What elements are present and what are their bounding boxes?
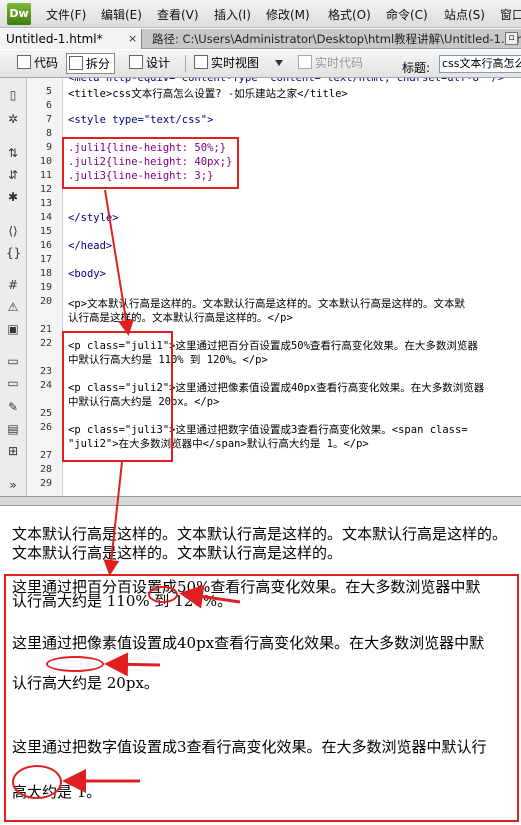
title-input[interactable]: css文本行高怎么设 xyxy=(439,55,521,73)
line-number-gutter: 5 6 7 8 9 10 11 12 13 14 15 16 17 18 19 20 21 22 23 24 25 26 2… xyxy=(27,78,63,496)
menubar: Dw 文件(F) 编辑(E) 查看(V) 插入(I) 修改(M) 格式(O) 命… xyxy=(0,0,521,28)
path-value: C:\Users\Administrator\Desktop\html教程讲解\… xyxy=(182,32,521,46)
file-path: 路径: C:\Users\Administrator\Desktop\html教… xyxy=(152,29,521,49)
design-output-highlight-box xyxy=(4,574,519,822)
line-number: 9 xyxy=(45,142,52,153)
code-line[interactable]: <style type="text/css"> xyxy=(68,114,213,126)
line-number: 23 xyxy=(39,366,52,377)
line-number: 6 xyxy=(45,100,52,111)
line-number: 24 xyxy=(39,380,52,391)
chevron-down-icon[interactable] xyxy=(275,60,283,66)
live-code-label: 实时代码 xyxy=(315,56,364,70)
coding-toolbar: ▯ ✲ ⇅ ⇵ ✱ ⟨⟩ {} # ⚠ ▣ ▭ ▭ ✎ ▤ ⊞ » xyxy=(0,78,27,496)
line-number: 10 xyxy=(39,156,52,167)
line-number: 15 xyxy=(39,226,52,237)
line-number: 13 xyxy=(39,198,52,209)
line-number: 20 xyxy=(39,296,52,307)
recent-snippets-icon[interactable]: ▤ xyxy=(6,422,20,436)
path-label: 路径: xyxy=(152,32,179,46)
css-rules-highlight-box xyxy=(62,137,239,189)
code-line[interactable]: <meta http-equiv="Content-Type" content=… xyxy=(68,78,504,84)
highlight-invalid-icon[interactable]: ⚠ xyxy=(6,300,20,314)
menu-commands[interactable]: 命令(C) xyxy=(386,6,428,23)
restore-window-icon[interactable]: ▫ xyxy=(505,32,518,45)
code-line[interactable]: <body> xyxy=(68,268,106,280)
line-number: 8 xyxy=(45,128,52,139)
code-line[interactable]: 认行高是这样的。文本默认行高是这样的。</p> xyxy=(68,310,293,325)
menu-window[interactable]: 窗口 xyxy=(500,6,521,23)
close-icon[interactable]: × xyxy=(128,29,137,49)
collapse-selection-icon[interactable]: ⇵ xyxy=(6,168,20,182)
title-label: 标题: xyxy=(402,61,431,75)
juli3-spacing-circle xyxy=(12,765,62,799)
line-number: 27 xyxy=(39,450,52,461)
dreamweaver-logo: Dw xyxy=(7,3,31,25)
line-number: 12 xyxy=(39,184,52,195)
show-code-navigator-icon[interactable]: ✲ xyxy=(6,112,20,126)
line-number: 18 xyxy=(39,268,52,279)
juli2-spacing-circle xyxy=(46,656,104,672)
document-tab[interactable]: Untitled-1.html* × xyxy=(0,29,142,49)
line-number: 19 xyxy=(39,282,52,293)
live-code-button[interactable]: 实时代码 xyxy=(296,53,367,74)
live-code-icon xyxy=(298,55,312,69)
menu-insert[interactable]: 插入(I) xyxy=(214,6,251,23)
default-line-height-paragraph: 文本默认行高是这样的。文本默认行高是这样的。文本默认行高是这样的。文本默认行高是… xyxy=(12,525,508,562)
split-view-label: 拆分 xyxy=(86,57,111,71)
remove-comment-icon[interactable]: ▭ xyxy=(6,376,20,390)
apply-comment-icon[interactable]: ▭ xyxy=(6,354,20,368)
document-tabbar: Untitled-1.html* × 路径: C:\Users\Administ… xyxy=(0,29,521,49)
line-number: 14 xyxy=(39,212,52,223)
syntax-error-icon[interactable]: ▣ xyxy=(6,322,20,336)
code-line[interactable]: <title>css文本行高怎么设置? -如乐建站之家</title> xyxy=(68,86,348,101)
code-line[interactable]: </style> xyxy=(68,212,119,224)
line-number: 7 xyxy=(45,114,52,125)
menu-site[interactable]: 站点(S) xyxy=(444,6,485,23)
line-number: 5 xyxy=(45,86,52,97)
line-numbers-icon[interactable]: # xyxy=(6,278,20,292)
menu-file[interactable]: 文件(F) xyxy=(46,6,86,23)
menu-edit[interactable]: 编辑(E) xyxy=(101,6,142,23)
menu-view[interactable]: 查看(V) xyxy=(157,6,199,23)
balance-braces-icon[interactable]: {} xyxy=(6,246,21,260)
move-css-icon[interactable]: ⊞ xyxy=(6,444,20,458)
line-number: 26 xyxy=(39,422,52,433)
live-view-button[interactable]: 实时视图 xyxy=(192,53,263,74)
select-parent-tag-icon[interactable]: ⟨⟩ xyxy=(6,224,20,238)
line-number: 25 xyxy=(39,408,52,419)
line-number: 28 xyxy=(39,464,52,475)
document-toolbar: 代码 拆分 设计 实时视图 实时代码 标题: css文本行高怎么设 xyxy=(0,50,521,78)
live-view-label: 实时视图 xyxy=(211,56,260,70)
juli1-spacing-circle xyxy=(148,586,178,603)
menu-modify[interactable]: 修改(M) xyxy=(266,6,310,23)
line-number: 22 xyxy=(39,338,52,349)
design-icon xyxy=(129,55,143,69)
document-tab-label: Untitled-1.html* xyxy=(6,32,103,46)
design-view-label: 设计 xyxy=(146,56,171,70)
code-view-label: 代码 xyxy=(34,56,59,70)
split-divider[interactable] xyxy=(0,496,521,506)
design-view-button[interactable]: 设计 xyxy=(127,53,174,74)
line-number: 16 xyxy=(39,240,52,251)
split-icon xyxy=(69,56,83,70)
line-number: 21 xyxy=(39,324,52,335)
line-number: 29 xyxy=(39,478,52,489)
expand-all-icon[interactable]: ✱ xyxy=(6,190,20,204)
code-view-button[interactable]: 代码 xyxy=(15,53,62,74)
wrap-tag-icon[interactable]: ✎ xyxy=(6,400,20,414)
open-documents-icon[interactable]: ▯ xyxy=(6,88,20,102)
live-view-icon xyxy=(194,55,208,69)
more-chevron-icon[interactable]: » xyxy=(6,478,20,492)
line-number: 11 xyxy=(39,170,52,181)
class-attributes-highlight-box xyxy=(62,331,173,462)
menu-format[interactable]: 格式(O) xyxy=(328,6,371,23)
code-icon xyxy=(17,55,31,69)
code-line[interactable]: </head> xyxy=(68,240,112,252)
toolbar-divider xyxy=(185,55,186,72)
code-line[interactable]: <p>文本默认行高是这样的。文本默认行高是这样的。文本默认行高是这样的。文本默 xyxy=(68,296,465,311)
split-view-button[interactable]: 拆分 xyxy=(66,53,116,74)
line-number: 17 xyxy=(39,254,52,265)
collapse-tag-icon[interactable]: ⇅ xyxy=(6,146,20,160)
